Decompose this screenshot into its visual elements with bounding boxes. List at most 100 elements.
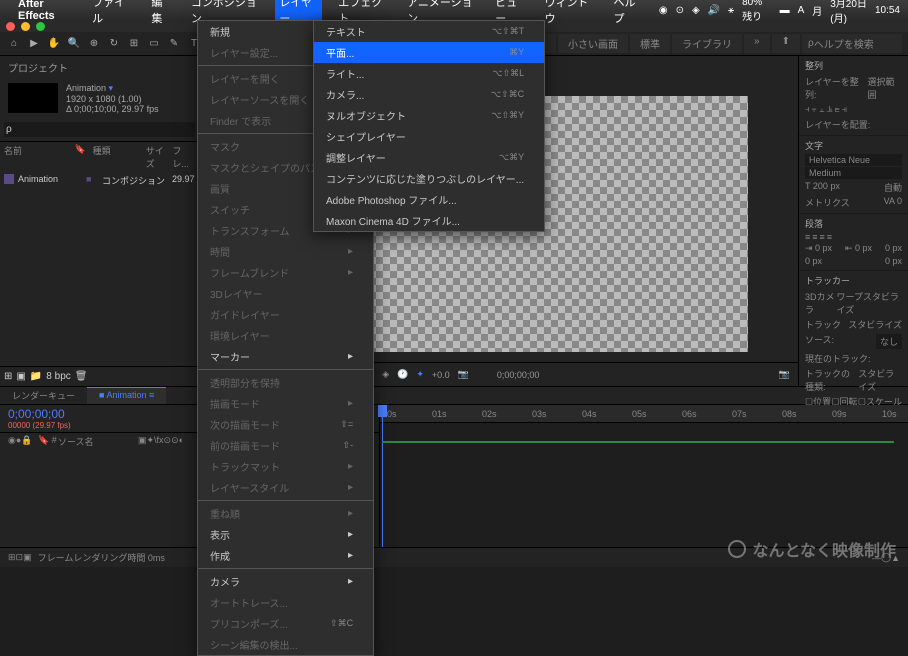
align-top-icon[interactable]: ⫡ [826, 104, 832, 115]
justify-right-icon[interactable]: ≡ [820, 232, 825, 242]
rect-tool-icon[interactable]: ▭ [146, 36, 162, 52]
justify-center-icon[interactable]: ≡ [812, 232, 817, 242]
folder-icon[interactable]: ⊞ [4, 371, 12, 382]
work-area-bar[interactable] [382, 441, 894, 443]
weight-dropdown[interactable]: Medium [805, 167, 902, 179]
comp-thumbnail[interactable] [8, 83, 58, 113]
align-hcenter-icon[interactable]: ⫟ [812, 104, 817, 115]
submenu-item[interactable]: Maxon Cinema 4D ファイル... [314, 210, 544, 231]
orbit-tool-icon[interactable]: ⊕ [86, 36, 102, 52]
ime-icon: A [798, 5, 805, 16]
align-vcenter-icon[interactable]: ⫢ [834, 104, 839, 115]
menu-item: 時間▸ [198, 241, 373, 262]
tl-mode-icon[interactable]: ▣ [23, 552, 32, 563]
col-type[interactable]: 種類 [93, 144, 146, 170]
submenu-item[interactable]: 調整レイヤー⌥⌘Y [314, 147, 544, 168]
submenu-item[interactable]: 平面...⌘Y [314, 42, 544, 63]
timecode[interactable]: 0;00;00;00 [8, 407, 71, 421]
workspace-standard[interactable]: 標準 [630, 34, 670, 53]
align-left-icon[interactable]: ⫞ [805, 104, 810, 115]
para-panel-title: 段落 [805, 217, 902, 230]
char-panel-title: 文字 [805, 139, 902, 152]
menu-item[interactable]: 作成▸ [198, 545, 373, 566]
workspace-library[interactable]: ライブラリ [672, 34, 742, 53]
rotate-tool-icon[interactable]: ↻ [106, 36, 122, 52]
maximize-icon[interactable] [36, 22, 45, 31]
submenu-item[interactable]: ヌルオブジェクト⌥⇧⌘Y [314, 105, 544, 126]
bpc-label[interactable]: 8 bpc [46, 371, 70, 382]
col-source[interactable]: ソース名 [58, 435, 138, 448]
menu-item: 3Dレイヤー [198, 283, 373, 304]
tab-animation[interactable]: ■ Animation ≡ [87, 387, 166, 404]
project-panel: プロジェクト Animation ▾ 1920 x 1080 (1.00) Δ … [0, 56, 200, 386]
anchor-tool-icon[interactable]: ⊞ [126, 36, 142, 52]
menu-item[interactable]: マーカー▸ [198, 346, 373, 367]
submenu-item[interactable]: コンテンツに応じた塗りつぶしのレイヤー... [314, 168, 544, 189]
home-icon[interactable]: ⌂ [6, 36, 22, 52]
submenu-item[interactable]: Adobe Photoshop ファイル... [314, 189, 544, 210]
trash-icon[interactable]: 🗑 [75, 371, 88, 382]
submenu-item[interactable]: カメラ...⌥⇧⌘C [314, 84, 544, 105]
align-right-icon[interactable]: ⫠ [819, 104, 824, 115]
tl-graph-icon[interactable]: ⊡ [16, 552, 24, 563]
col-size[interactable]: サイズ [146, 144, 173, 170]
project-row[interactable]: Animation ■ コンポジション 29.97 [0, 172, 199, 189]
watermark: なんとなく映像制作 [728, 537, 896, 561]
menu-item: 透明部分を保持 [198, 372, 373, 393]
help-search[interactable]: ρ ヘルプを検索 [802, 34, 902, 53]
font-dropdown[interactable]: Helvetica Neue [805, 154, 902, 166]
adjust-icon[interactable]: ✦ [416, 369, 424, 380]
workspace-more-icon[interactable]: » [744, 34, 770, 53]
app-name: After Effects [18, 0, 76, 22]
battery: 80% 残り [742, 0, 771, 23]
col-name[interactable]: 名前 [4, 144, 75, 170]
menu-item: 描画モード▸ [198, 393, 373, 414]
tab-render-queue[interactable]: レンダーキュー [0, 387, 87, 404]
tl-toggle-icon[interactable]: ⊞ [8, 552, 16, 563]
align-bottom-icon[interactable]: ⫣ [842, 104, 847, 115]
comp-icon [4, 174, 14, 184]
menu-item: 次の描画モード⇧= [198, 414, 373, 435]
project-search[interactable]: ρ [4, 122, 195, 137]
justify-full-icon[interactable]: ≡ [827, 232, 832, 242]
selection-tool-icon[interactable]: ▶ [26, 36, 42, 52]
close-icon[interactable] [6, 22, 15, 31]
tracker-panel-title: トラッカー [805, 274, 902, 287]
camera-icon[interactable]: 📷 [779, 369, 790, 380]
frame-count: 00000 (29.97 fps) [8, 421, 71, 430]
submenu-item[interactable]: テキスト⌥⇧⌘T [314, 21, 544, 42]
menu-window[interactable]: ウィンドウ [541, 0, 598, 28]
menu-file[interactable]: ファイル [88, 0, 135, 28]
minimize-icon[interactable] [21, 22, 30, 31]
workspace-small[interactable]: 小さい画面 [558, 34, 628, 53]
justify-left-icon[interactable]: ≡ [805, 232, 810, 242]
align-panel-title: 整列 [805, 59, 902, 72]
share-icon[interactable]: ⬆ [772, 34, 800, 53]
menu-item: ガイドレイヤー [198, 304, 373, 325]
submenu-item[interactable]: シェイプレイヤー [314, 126, 544, 147]
zoom-tool-icon[interactable]: 🔍 [66, 36, 82, 52]
menu-item[interactable]: 表示▸ [198, 524, 373, 545]
submenu-item[interactable]: ライト...⌥⇧⌘L [314, 63, 544, 84]
menu-help[interactable]: ヘルプ [609, 0, 646, 28]
project-panel-title: プロジェクト [0, 56, 199, 79]
exposure[interactable]: +0.0 [432, 370, 450, 380]
tracker-source-dropdown[interactable]: なし [876, 334, 902, 349]
location-icon: ◈ [692, 5, 700, 16]
playhead[interactable] [382, 405, 383, 547]
col-fr[interactable]: フレ... [172, 144, 195, 170]
timecode-icon[interactable]: 🕐 [397, 369, 408, 380]
menu-item: 重ね順▸ [198, 503, 373, 524]
hand-tool-icon[interactable]: ✋ [46, 36, 62, 52]
snapshot-icon[interactable]: 📷 [458, 369, 469, 380]
new-comp-icon[interactable]: ▣ [16, 371, 25, 382]
menu-edit[interactable]: 編集 [147, 0, 175, 28]
viewer-time[interactable]: 0;00;00;00 [497, 370, 540, 380]
transparency-icon[interactable]: ◈ [382, 369, 389, 380]
menu-item[interactable]: カメラ▸ [198, 571, 373, 592]
time-ruler[interactable]: 00s 01s 02s 03s 04s 05s 06s 07s 08s 09s … [380, 405, 908, 423]
new-folder-icon[interactable]: 📁 [30, 371, 42, 382]
timeline-tracks[interactable]: 00s 01s 02s 03s 04s 05s 06s 07s 08s 09s … [380, 405, 908, 547]
menu-item: 前の描画モード⇧- [198, 435, 373, 456]
pen-tool-icon[interactable]: ✎ [166, 36, 182, 52]
